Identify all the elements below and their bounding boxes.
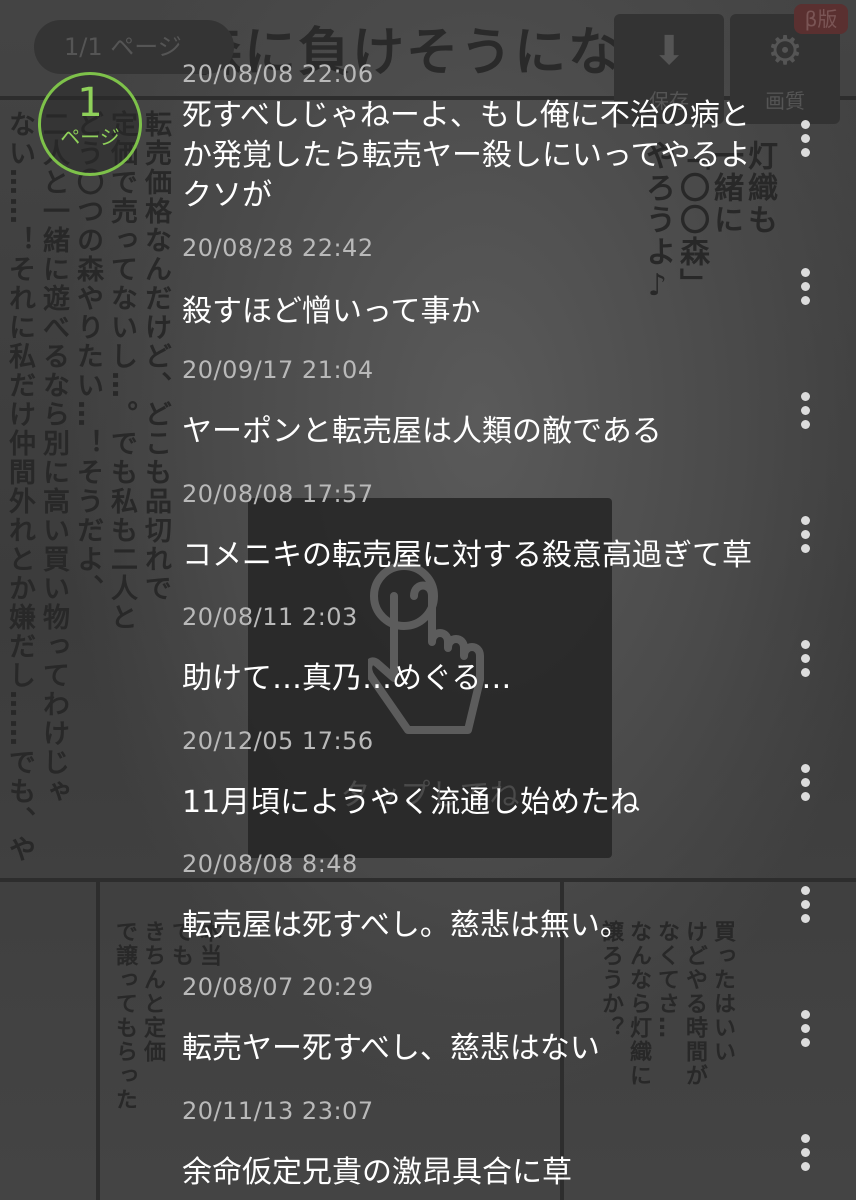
comment-timestamp: 20/12/05 17:56: [182, 727, 374, 755]
comment-text: コメニキの転売屋に対する殺意高過ぎて草: [182, 538, 752, 573]
more-options-icon[interactable]: [795, 392, 815, 436]
comment-timestamp: 20/08/08 17:57: [182, 480, 374, 508]
more-options-icon[interactable]: [795, 886, 815, 930]
more-options-icon[interactable]: [795, 764, 815, 808]
comment-text: 転売屋は死すべし。慈悲は無い。: [182, 908, 630, 943]
more-options-icon[interactable]: [795, 1134, 815, 1178]
more-options-icon[interactable]: [795, 1010, 815, 1054]
comment-item: 20/09/17 21:04 ヤーポンと転売屋は人類の敵である: [182, 356, 782, 452]
more-options-icon[interactable]: [795, 268, 815, 312]
comment-timestamp: 20/08/08 22:06: [182, 60, 374, 88]
comment-item: 20/08/08 22:06 死すべしじゃねーよ、もし俺に不治の病と か発覚した…: [182, 60, 782, 216]
comment-item: 20/08/11 2:03 助けて…真乃…めぐる…: [182, 603, 782, 699]
comment-list: 20/08/08 22:06 死すべしじゃねーよ、もし俺に不治の病と か発覚した…: [0, 0, 856, 1200]
more-options-icon[interactable]: [795, 516, 815, 560]
comment-item: 20/08/08 8:48 転売屋は死すべし。慈悲は無い。: [182, 850, 782, 946]
comment-item: 20/08/08 17:57 コメニキの転売屋に対する殺意高過ぎて草: [182, 480, 782, 576]
comment-timestamp: 20/08/07 20:29: [182, 973, 374, 1001]
comment-timestamp: 20/08/08 8:48: [182, 850, 358, 878]
comment-timestamp: 20/08/28 22:42: [182, 234, 374, 262]
comment-text: 余命仮定兄貴の激昂具合に草: [182, 1155, 572, 1190]
comment-viewer-screen: 森に負けそうになる 転売価格なんだけど、どこも品切れで 定価で売ってないし…。で…: [0, 0, 856, 1200]
comment-timestamp: 20/09/17 21:04: [182, 356, 374, 384]
comment-text: ヤーポンと転売屋は人類の敵である: [182, 414, 662, 449]
more-options-icon[interactable]: [795, 120, 815, 164]
comment-text: 転売ヤー死すべし、慈悲はない: [182, 1031, 600, 1066]
more-options-icon[interactable]: [795, 640, 815, 684]
comment-text: 死すべしじゃねーよ、もし俺に不治の病と か発覚したら転売ヤー殺しにいってやるよ …: [182, 98, 751, 213]
comment-item: 20/08/07 20:29 転売ヤー死すべし、慈悲はない: [182, 973, 782, 1069]
comment-text: 11月頃にようやく流通し始めたね: [182, 785, 641, 820]
comment-text: 助けて…真乃…めぐる…: [182, 661, 512, 696]
comment-item: 20/11/13 23:07 余命仮定兄貴の激昂具合に草: [182, 1097, 782, 1193]
comment-item: 20/12/05 17:56 11月頃にようやく流通し始めたね: [182, 727, 782, 823]
comment-text: 殺すほど憎いって事か: [182, 294, 481, 329]
comment-item: 20/08/28 22:42 殺すほど憎いって事か: [182, 234, 782, 332]
comment-timestamp: 20/08/11 2:03: [182, 603, 358, 631]
comment-timestamp: 20/11/13 23:07: [182, 1097, 374, 1125]
